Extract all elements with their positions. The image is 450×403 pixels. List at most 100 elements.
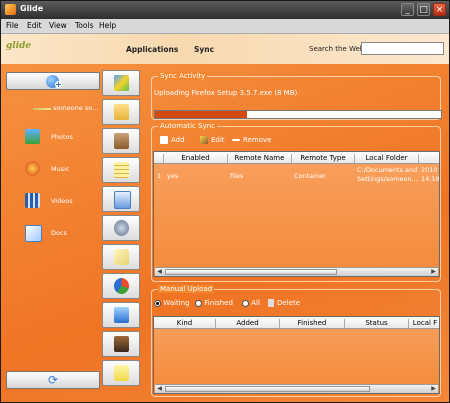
column-enabled[interactable]: Enabled — [164, 154, 228, 163]
gallery-button[interactable] — [102, 331, 140, 357]
scroll-thumb[interactable] — [165, 386, 370, 392]
left-panel: + someone so... Photos Music Videos Docs — [3, 68, 100, 389]
sticky-note-icon — [114, 365, 129, 381]
column-kind[interactable]: Kind — [154, 319, 216, 328]
filter-finished[interactable]: Finished — [195, 299, 233, 307]
filter-waiting[interactable]: Waiting — [154, 299, 190, 307]
upload-progress-bar — [154, 110, 442, 119]
docs-icon — [25, 225, 42, 242]
document-icon — [114, 191, 131, 209]
delete-upload-button[interactable]: Delete — [268, 299, 300, 307]
folder-icon — [114, 104, 129, 120]
upload-button[interactable] — [102, 302, 140, 328]
horizontal-scrollbar[interactable]: ◀ ▶ — [155, 384, 438, 393]
manual-upload-header: Kind Added Finished Status Local F — [154, 317, 439, 329]
scroll-left-icon[interactable]: ◀ — [155, 385, 164, 393]
column-added[interactable]: Added — [216, 319, 280, 328]
scroll-right-icon[interactable]: ▶ — [429, 385, 438, 393]
sync-content: Sync Activity Uploading Firefox Setup 3.… — [147, 68, 445, 400]
automatic-sync-header: Enabled Remote Name Remote Type Local Fo… — [154, 152, 439, 164]
sync-refresh-button[interactable]: ⟳ — [6, 371, 100, 389]
sync-activity-group: Sync Activity Uploading Firefox Setup 3.… — [151, 72, 442, 120]
column-remote-name[interactable]: Remote Name — [228, 154, 292, 163]
menu-file[interactable]: File — [6, 21, 19, 30]
row-local-folder-line1: C:/Documents and — [357, 166, 418, 174]
automatic-sync-legend: Automatic Sync — [158, 122, 217, 130]
music-icon — [25, 161, 40, 176]
contacts-button[interactable] — [102, 128, 140, 154]
nav-videos[interactable]: Videos — [25, 193, 99, 209]
user-account-entry[interactable]: someone so... — [25, 101, 99, 117]
column-remote-type[interactable]: Remote Type — [292, 154, 355, 163]
film-icon — [25, 193, 40, 208]
minimize-button[interactable]: _ — [401, 3, 414, 16]
scroll-left-icon[interactable]: ◀ — [155, 268, 164, 276]
charts-button[interactable] — [102, 273, 140, 299]
search-input[interactable] — [361, 42, 444, 55]
automatic-sync-group: Automatic Sync Add Edit Remove Enabled R… — [151, 122, 441, 282]
main-area: + someone so... Photos Music Videos Docs — [1, 64, 449, 402]
files-button[interactable] — [102, 99, 140, 125]
nav-videos-label: Videos — [51, 197, 73, 205]
edit-icon — [200, 136, 208, 144]
radio-selected-icon — [154, 299, 161, 307]
trash-icon — [268, 299, 274, 307]
maximize-button[interactable]: □ — [417, 3, 430, 16]
remove-icon — [232, 139, 240, 141]
nav-docs[interactable]: Docs — [25, 225, 99, 242]
nav-docs-label: Docs — [51, 229, 67, 237]
manual-upload-group: Manual Upload Waiting Finished All Delet… — [151, 285, 441, 397]
add-icon — [160, 136, 168, 144]
close-button[interactable]: × — [433, 3, 446, 16]
remove-label: Remove — [243, 136, 272, 144]
documents-button[interactable] — [102, 186, 140, 212]
glide-window: Glide _ □ × File Edit View Tools Help gl… — [0, 0, 450, 403]
add-label: Add — [171, 136, 185, 144]
menu-edit[interactable]: Edit — [27, 21, 42, 30]
automatic-sync-table: Enabled Remote Name Remote Type Local Fo… — [153, 151, 440, 277]
sync-link[interactable]: Sync — [194, 45, 214, 54]
column-local-folder[interactable]: Local F — [409, 319, 439, 328]
column-local-folder[interactable]: Local Folder — [355, 154, 419, 163]
row-local-folder-line2: Settings/someon... — [357, 175, 418, 183]
manual-upload-legend: Manual Upload — [158, 285, 215, 293]
finished-label: Finished — [204, 299, 233, 307]
edit-sync-button[interactable]: Edit — [200, 136, 225, 144]
column-finished[interactable]: Finished — [280, 319, 345, 328]
nav-photos-label: Photos — [51, 133, 73, 141]
upload-progress-fill — [155, 111, 247, 118]
settings-button[interactable] — [102, 215, 140, 241]
remove-sync-button[interactable]: Remove — [232, 136, 271, 144]
user-indicator — [33, 108, 51, 110]
address-book-icon — [114, 133, 129, 149]
row-date: 2010 — [421, 166, 438, 174]
waiting-label: Waiting — [163, 299, 190, 307]
add-account-button[interactable]: + — [6, 72, 100, 90]
chart-icon — [114, 278, 129, 294]
menu-bar: File Edit View Tools Help — [1, 19, 449, 34]
applications-button[interactable] — [102, 70, 140, 96]
delete-label: Delete — [277, 299, 300, 307]
column-status[interactable]: Status — [345, 319, 409, 328]
manual-upload-table: Kind Added Finished Status Local F ◀ ▶ — [153, 316, 440, 394]
sticky-button[interactable] — [102, 360, 140, 386]
horizontal-scrollbar[interactable]: ◀ ▶ — [155, 267, 438, 276]
scroll-thumb[interactable] — [165, 269, 337, 275]
nav-music[interactable]: Music — [25, 161, 99, 177]
top-navigation-bar: glide Applications Sync Search the Web — [1, 34, 449, 64]
memo-button[interactable] — [102, 244, 140, 270]
photo-icon — [114, 336, 129, 352]
filter-all[interactable]: All — [242, 299, 260, 307]
menu-view[interactable]: View — [49, 21, 67, 30]
title-bar[interactable]: Glide _ □ × — [1, 1, 449, 19]
nav-photos[interactable]: Photos — [25, 129, 99, 145]
menu-tools[interactable]: Tools — [75, 21, 93, 30]
add-sync-button[interactable]: Add — [160, 136, 185, 144]
applications-link[interactable]: Applications — [126, 45, 178, 54]
upload-icon — [114, 307, 129, 323]
notes-button[interactable] — [102, 157, 140, 183]
scroll-right-icon[interactable]: ▶ — [429, 268, 438, 276]
plus-icon: + — [55, 80, 62, 89]
menu-help[interactable]: Help — [99, 21, 116, 30]
radio-icon — [195, 299, 202, 307]
